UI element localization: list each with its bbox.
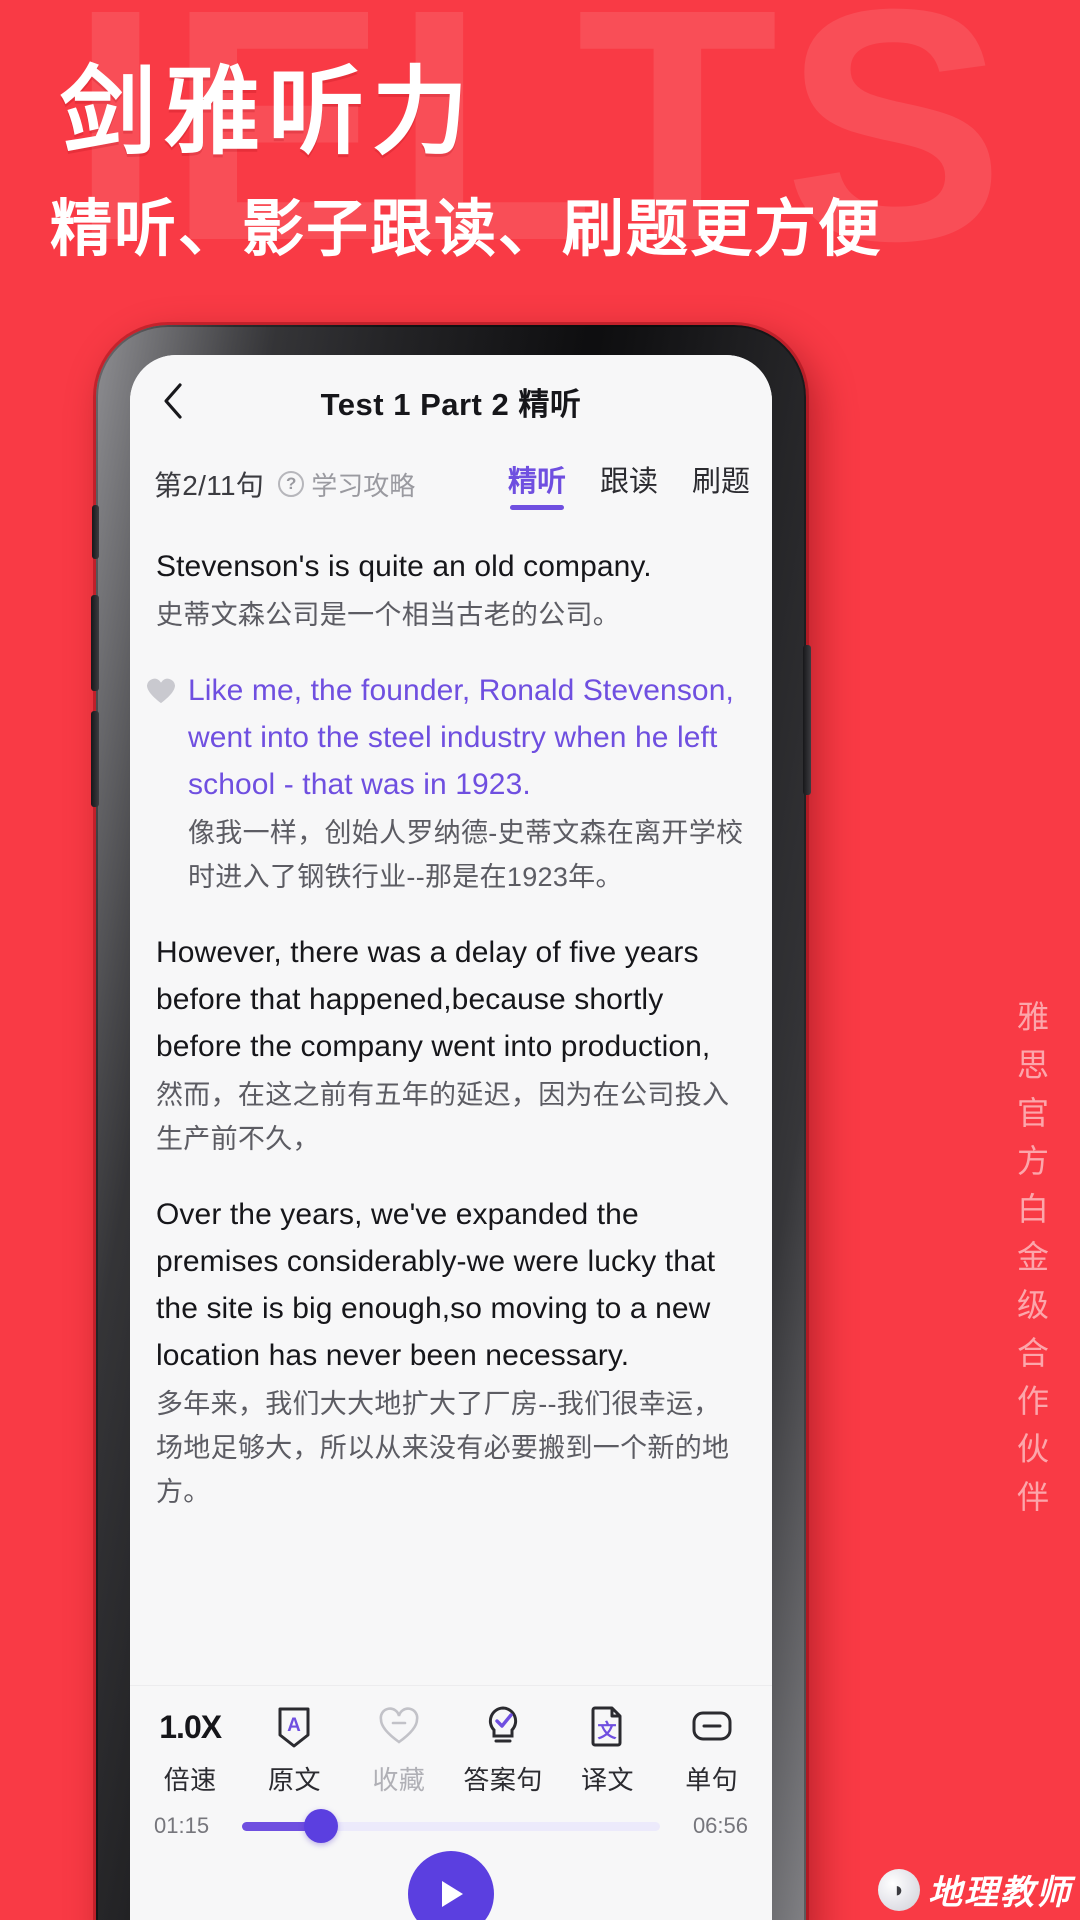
heart-minus-icon — [379, 1707, 419, 1744]
study-guide-button[interactable]: ? 学习攻略 — [278, 466, 415, 503]
phone-screen: Test 1 Part 2 精听 第2/11句 ? 学习攻略 精听 跟读 刷题 … — [130, 355, 772, 1920]
tool-button-row: 1.0X 倍速 A 原文 收藏 答案句 文 译文 单句 — [130, 1686, 772, 1807]
phone-mute-switch — [92, 505, 99, 559]
transcript-english: Over the years, we've expanded the premi… — [156, 1198, 716, 1372]
single-sentence-button[interactable]: 单句 — [660, 1704, 764, 1797]
study-guide-label: 学习攻略 — [311, 470, 416, 501]
page-title: Test 1 Part 2 精听 — [320, 386, 582, 422]
current-time-label: 01:15 — [154, 1813, 210, 1838]
progress-thumb[interactable] — [304, 1809, 339, 1843]
play-button-area — [130, 1851, 772, 1920]
phone-volume-up-button — [91, 595, 99, 691]
speed-text-icon: 1.0X — [159, 1704, 222, 1750]
heart-icon[interactable] — [146, 677, 176, 705]
promo-header: 剑雅听力 精听、影子跟读、刷题更方便 — [0, 0, 1080, 300]
translation-label: 译文 — [580, 1765, 634, 1795]
question-mark-icon: ? — [278, 471, 305, 497]
phone-mockup-frame: Test 1 Part 2 精听 第2/11句 ? 学习攻略 精听 跟读 刷题 … — [91, 325, 811, 1920]
sentence-counter: 第2/11句 — [154, 470, 265, 501]
vertical-slogan: 雅思官方白金级合作伙伴 — [1013, 1000, 1049, 1528]
transcript-paragraph-active[interactable]: Like me, the founder, Ronald Stevenson, … — [130, 667, 772, 899]
promo-subtitle: 精听、影子跟读、刷题更方便 — [50, 195, 883, 264]
single-sentence-label: 单句 — [685, 1765, 739, 1795]
tab-practice[interactable]: 刷题 — [692, 458, 750, 510]
favorite-button[interactable]: 收藏 — [347, 1704, 451, 1797]
transcript-chinese: 然而，在这之前有五年的延迟，因为在公司投入生产前不久， — [156, 1080, 730, 1154]
player-toolbar: 1.0X 倍速 A 原文 收藏 答案句 文 译文 单句 01:15 06:56 — [130, 1685, 772, 1920]
tab-shadow-reading[interactable]: 跟读 — [600, 458, 658, 510]
sub-header-bar: 第2/11句 ? 学习攻略 精听 跟读 刷题 — [130, 447, 772, 521]
tab-intensive-listening[interactable]: 精听 — [508, 458, 566, 510]
transcript-paragraph[interactable]: Stevenson's is quite an old company. 史蒂文… — [130, 543, 772, 637]
promo-title: 剑雅听力 — [60, 59, 476, 166]
mode-tabs: 精听 跟读 刷题 — [508, 458, 750, 510]
channel-watermark: ◗ 地理教师 — [878, 1865, 1072, 1914]
original-text-label: 原文 — [267, 1765, 321, 1795]
minus-box-icon — [692, 1711, 732, 1741]
answer-sentence-label: 答案句 — [463, 1765, 543, 1795]
lightbulb-check-icon — [489, 1706, 518, 1743]
transcript-english: Like me, the founder, Ronald Stevenson, … — [188, 674, 734, 801]
transcript-english: Stevenson's is quite an old company. — [156, 550, 652, 583]
playback-progress-row: 01:15 06:56 — [130, 1807, 772, 1851]
phone-power-button — [803, 645, 811, 795]
back-button[interactable] — [152, 379, 196, 423]
watermark-logo-icon: ◗ — [878, 1868, 920, 1911]
playback-speed-button[interactable]: 1.0X 倍速 — [138, 1704, 242, 1797]
watermark-text: 地理教师 — [928, 1875, 1072, 1912]
phone-volume-down-button — [91, 711, 99, 807]
transcript-content[interactable]: Stevenson's is quite an old company. 史蒂文… — [130, 521, 772, 1733]
favorite-label: 收藏 — [372, 1765, 426, 1795]
svg-text:A: A — [288, 1715, 302, 1736]
chevron-left-icon — [164, 383, 182, 419]
transcript-paragraph[interactable]: Over the years, we've expanded the premi… — [130, 1191, 772, 1514]
playback-speed-value: 1.0X — [159, 1708, 222, 1745]
play-button[interactable] — [408, 1851, 494, 1920]
transcript-paragraph[interactable]: However, there was a delay of five years… — [130, 929, 772, 1161]
transcript-chinese: 史蒂文森公司是一个相当古老的公司。 — [156, 600, 621, 630]
transcript-english: However, there was a delay of five years… — [156, 936, 711, 1063]
play-icon — [442, 1881, 463, 1907]
document-x-icon: 文 — [591, 1706, 622, 1747]
total-time-label: 06:56 — [692, 1813, 748, 1838]
answer-sentence-button[interactable]: 答案句 — [451, 1704, 555, 1797]
svg-text:文: 文 — [598, 1719, 618, 1742]
translation-button[interactable]: 文 译文 — [555, 1704, 659, 1797]
bookmark-a-icon: A — [278, 1707, 310, 1748]
transcript-chinese: 像我一样，创始人罗纳德-史蒂文森在离开学校时进入了钢铁行业--那是在1923年。 — [188, 818, 744, 892]
transcript-chinese: 多年来，我们大大地扩大了厂房--我们很幸运，场地足够大，所以从来没有必要搬到一个… — [156, 1389, 730, 1507]
progress-slider[interactable] — [242, 1809, 660, 1843]
original-text-button[interactable]: A 原文 — [242, 1704, 346, 1797]
playback-speed-label: 倍速 — [163, 1765, 217, 1795]
app-header: Test 1 Part 2 精听 — [130, 355, 772, 447]
